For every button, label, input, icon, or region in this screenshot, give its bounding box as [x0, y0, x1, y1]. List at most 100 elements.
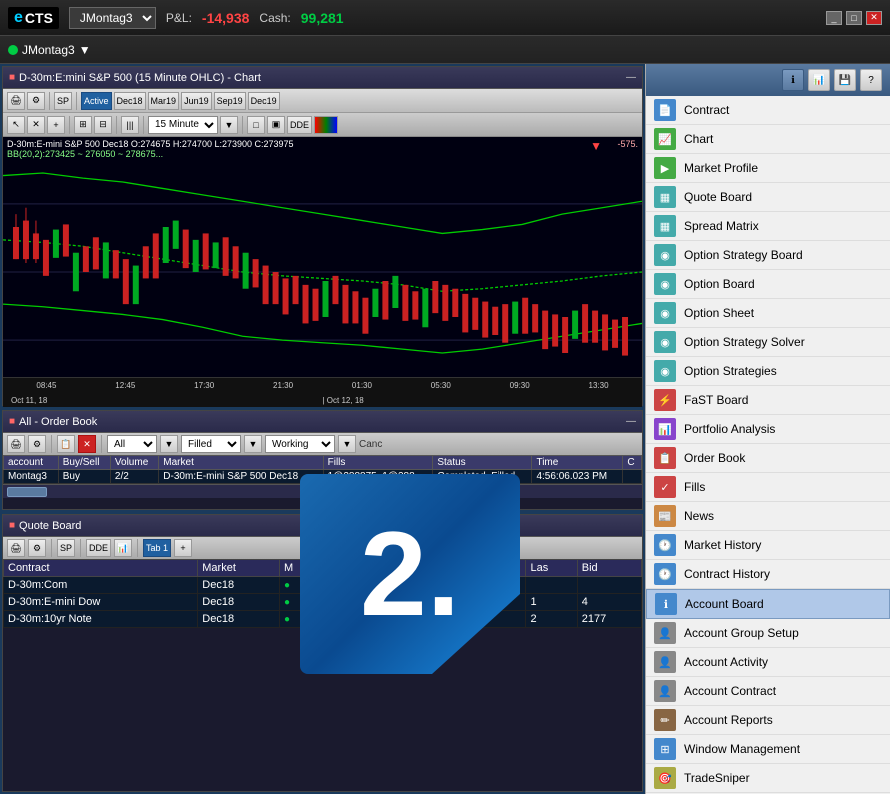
chart-tab-dec18[interactable]: Dec18	[114, 92, 146, 110]
chart-right-value: -575.	[617, 139, 638, 149]
account-selector[interactable]: JMontag3	[69, 7, 156, 29]
menu-label-account-group-setup: Account Group Setup	[684, 626, 799, 640]
order-book-close-button[interactable]: —	[626, 416, 636, 427]
scroll-handle[interactable]	[7, 487, 47, 497]
chart-tb-zoom1[interactable]: ⊞	[74, 116, 92, 134]
menu-item-window-management[interactable]: ⊞Window Management	[646, 735, 890, 764]
menu-item-fast-board[interactable]: ⚡FaST Board	[646, 386, 890, 415]
menu-header-info-btn[interactable]: ℹ	[782, 69, 804, 91]
menu-item-quote-board[interactable]: ▦Quote Board	[646, 183, 890, 212]
chart-tab-dec19[interactable]: Dec19	[248, 92, 280, 110]
chart-tb-sp[interactable]: SP	[54, 92, 72, 110]
minimize-button[interactable]: _	[826, 11, 842, 25]
menu-item-order-book[interactable]: 📋Order Book	[646, 444, 890, 473]
cell-time: 4:56:06.023 PM	[532, 470, 623, 484]
order-tb-print[interactable]: 🖨	[7, 435, 25, 453]
chart-tab-jun19[interactable]: Jun19	[181, 92, 212, 110]
menu-item-fills[interactable]: ✓Fills	[646, 473, 890, 502]
menu-item-contract[interactable]: 📄Contract	[646, 96, 890, 125]
menu-item-option-strategy-solver[interactable]: ◉Option Strategy Solver	[646, 328, 890, 357]
chart-tb-cross[interactable]: ✕	[27, 116, 45, 134]
menu-item-option-strategies[interactable]: ◉Option Strategies	[646, 357, 890, 386]
order-tb-delete[interactable]: ✕	[78, 435, 96, 453]
chart-tb-square1[interactable]: □	[247, 116, 265, 134]
menu-icon-contract: 📄	[654, 99, 676, 121]
sub-account-dropdown-icon[interactable]: ▼	[79, 43, 91, 57]
order-filter-working-dropdown[interactable]: ▼	[338, 435, 356, 453]
menu-label-account-contract: Account Contract	[684, 684, 776, 698]
menu-header-save-btn[interactable]: 💾	[834, 69, 856, 91]
quote-cell-las-2: 1	[526, 594, 577, 611]
chart-tb-cursor[interactable]: ↖	[7, 116, 25, 134]
order-filter-filled[interactable]: Filled	[181, 435, 241, 453]
quote-tb-sp[interactable]: SP	[57, 539, 75, 557]
menu-label-chart: Chart	[684, 132, 713, 146]
chart-tb-square2[interactable]: ▣	[267, 116, 285, 134]
chart-interval-select[interactable]: 15 Minute	[148, 116, 218, 134]
menu-item-option-board[interactable]: ◉Option Board	[646, 270, 890, 299]
menu-item-option-sheet[interactable]: ◉Option Sheet	[646, 299, 890, 328]
quote-tb-print[interactable]: 🖨	[7, 539, 25, 557]
chart-tb-print[interactable]: 🖨	[7, 92, 25, 110]
chart-tb-bar[interactable]: |||	[121, 116, 139, 134]
chart-svg	[3, 137, 642, 407]
menu-header: ℹ 📊 💾 ?	[646, 64, 890, 96]
menu-header-chart-btn[interactable]: 📊	[808, 69, 830, 91]
menu-item-market-history[interactable]: 🕐Market History	[646, 531, 890, 560]
order-filter-filled-dropdown[interactable]: ▼	[244, 435, 262, 453]
menu-item-market-profile[interactable]: ▶Market Profile	[646, 154, 890, 183]
menu-item-option-strategy-board[interactable]: ◉Option Strategy Board	[646, 241, 890, 270]
menu-item-contract-history[interactable]: 🕐Contract History	[646, 560, 890, 589]
chart-tb-dde[interactable]: DDE	[287, 116, 312, 134]
order-cancel-label: Canc	[359, 439, 382, 450]
chart-close-button[interactable]: —	[626, 72, 636, 83]
sub-account-name: JMontag3	[22, 43, 75, 57]
quote-add-tab[interactable]: +	[174, 539, 192, 557]
chart-tb-plus[interactable]: +	[47, 116, 65, 134]
menu-item-spread-matrix[interactable]: ▦Spread Matrix	[646, 212, 890, 241]
menu-item-account-activity[interactable]: 👤Account Activity	[646, 648, 890, 677]
col-buysell: Buy/Sell	[58, 456, 110, 470]
x-label-2: 12:45	[86, 381, 165, 390]
quote-cell-market-1: Dec18	[198, 577, 280, 594]
chart-tb-color[interactable]	[314, 116, 338, 134]
menu-item-account-group-setup[interactable]: 👤Account Group Setup	[646, 619, 890, 648]
chart-tb-zoom2[interactable]: ⊟	[94, 116, 112, 134]
chart-tab-sep19[interactable]: Sep19	[214, 92, 246, 110]
chart-tb-down[interactable]: ▼	[220, 116, 238, 134]
quote-tb-sep3	[137, 539, 138, 557]
order-filter-all[interactable]: All	[107, 435, 157, 453]
menu-icon-account-board: ℹ	[655, 593, 677, 615]
quote-tb-dde[interactable]: DDE	[86, 539, 111, 557]
menu-item-chart[interactable]: 📈Chart	[646, 125, 890, 154]
maximize-button[interactable]: □	[846, 11, 862, 25]
col-c: C	[623, 456, 642, 470]
col-market: Market	[159, 456, 323, 470]
chart-toolbar-1: 🖨 ⚙ SP Active Dec18 Mar19 Jun19 Sep19 De…	[3, 89, 642, 113]
order-tb-sep2	[101, 435, 102, 453]
menu-item-news[interactable]: 📰News	[646, 502, 890, 531]
order-tb-settings[interactable]: ⚙	[28, 435, 46, 453]
menu-icon-account-contract: 👤	[654, 680, 676, 702]
chart-tb-settings[interactable]: ⚙	[27, 92, 45, 110]
cash-value: 99,281	[301, 10, 344, 26]
col-volume: Volume	[110, 456, 158, 470]
col-time: Time	[532, 456, 623, 470]
close-button[interactable]: ✕	[866, 11, 882, 25]
menu-item-account-reports[interactable]: ✏Account Reports	[646, 706, 890, 735]
menu-item-account-contract[interactable]: 👤 Account Contract	[646, 677, 890, 706]
menu-item-tradesniper[interactable]: 🎯TradeSniper	[646, 764, 890, 793]
menu-item-portfolio-analysis[interactable]: 📊Portfolio Analysis	[646, 415, 890, 444]
quote-tb-chart[interactable]: 📊	[114, 539, 132, 557]
order-tb-icon1[interactable]: 📋	[57, 435, 75, 453]
chart-tab-mar19[interactable]: Mar19	[148, 92, 180, 110]
order-book-icon: ■	[9, 416, 15, 427]
connection-status-dot	[8, 45, 18, 55]
menu-header-help-btn[interactable]: ?	[860, 69, 882, 91]
order-filter-working[interactable]: Working	[265, 435, 335, 453]
menu-item-account-board[interactable]: ℹAccount Board	[646, 589, 890, 619]
order-filter-all-dropdown[interactable]: ▼	[160, 435, 178, 453]
quote-tb-settings[interactable]: ⚙	[28, 539, 46, 557]
quote-tab-1[interactable]: Tab 1	[143, 539, 171, 557]
chart-tab-active[interactable]: Active	[81, 92, 112, 110]
